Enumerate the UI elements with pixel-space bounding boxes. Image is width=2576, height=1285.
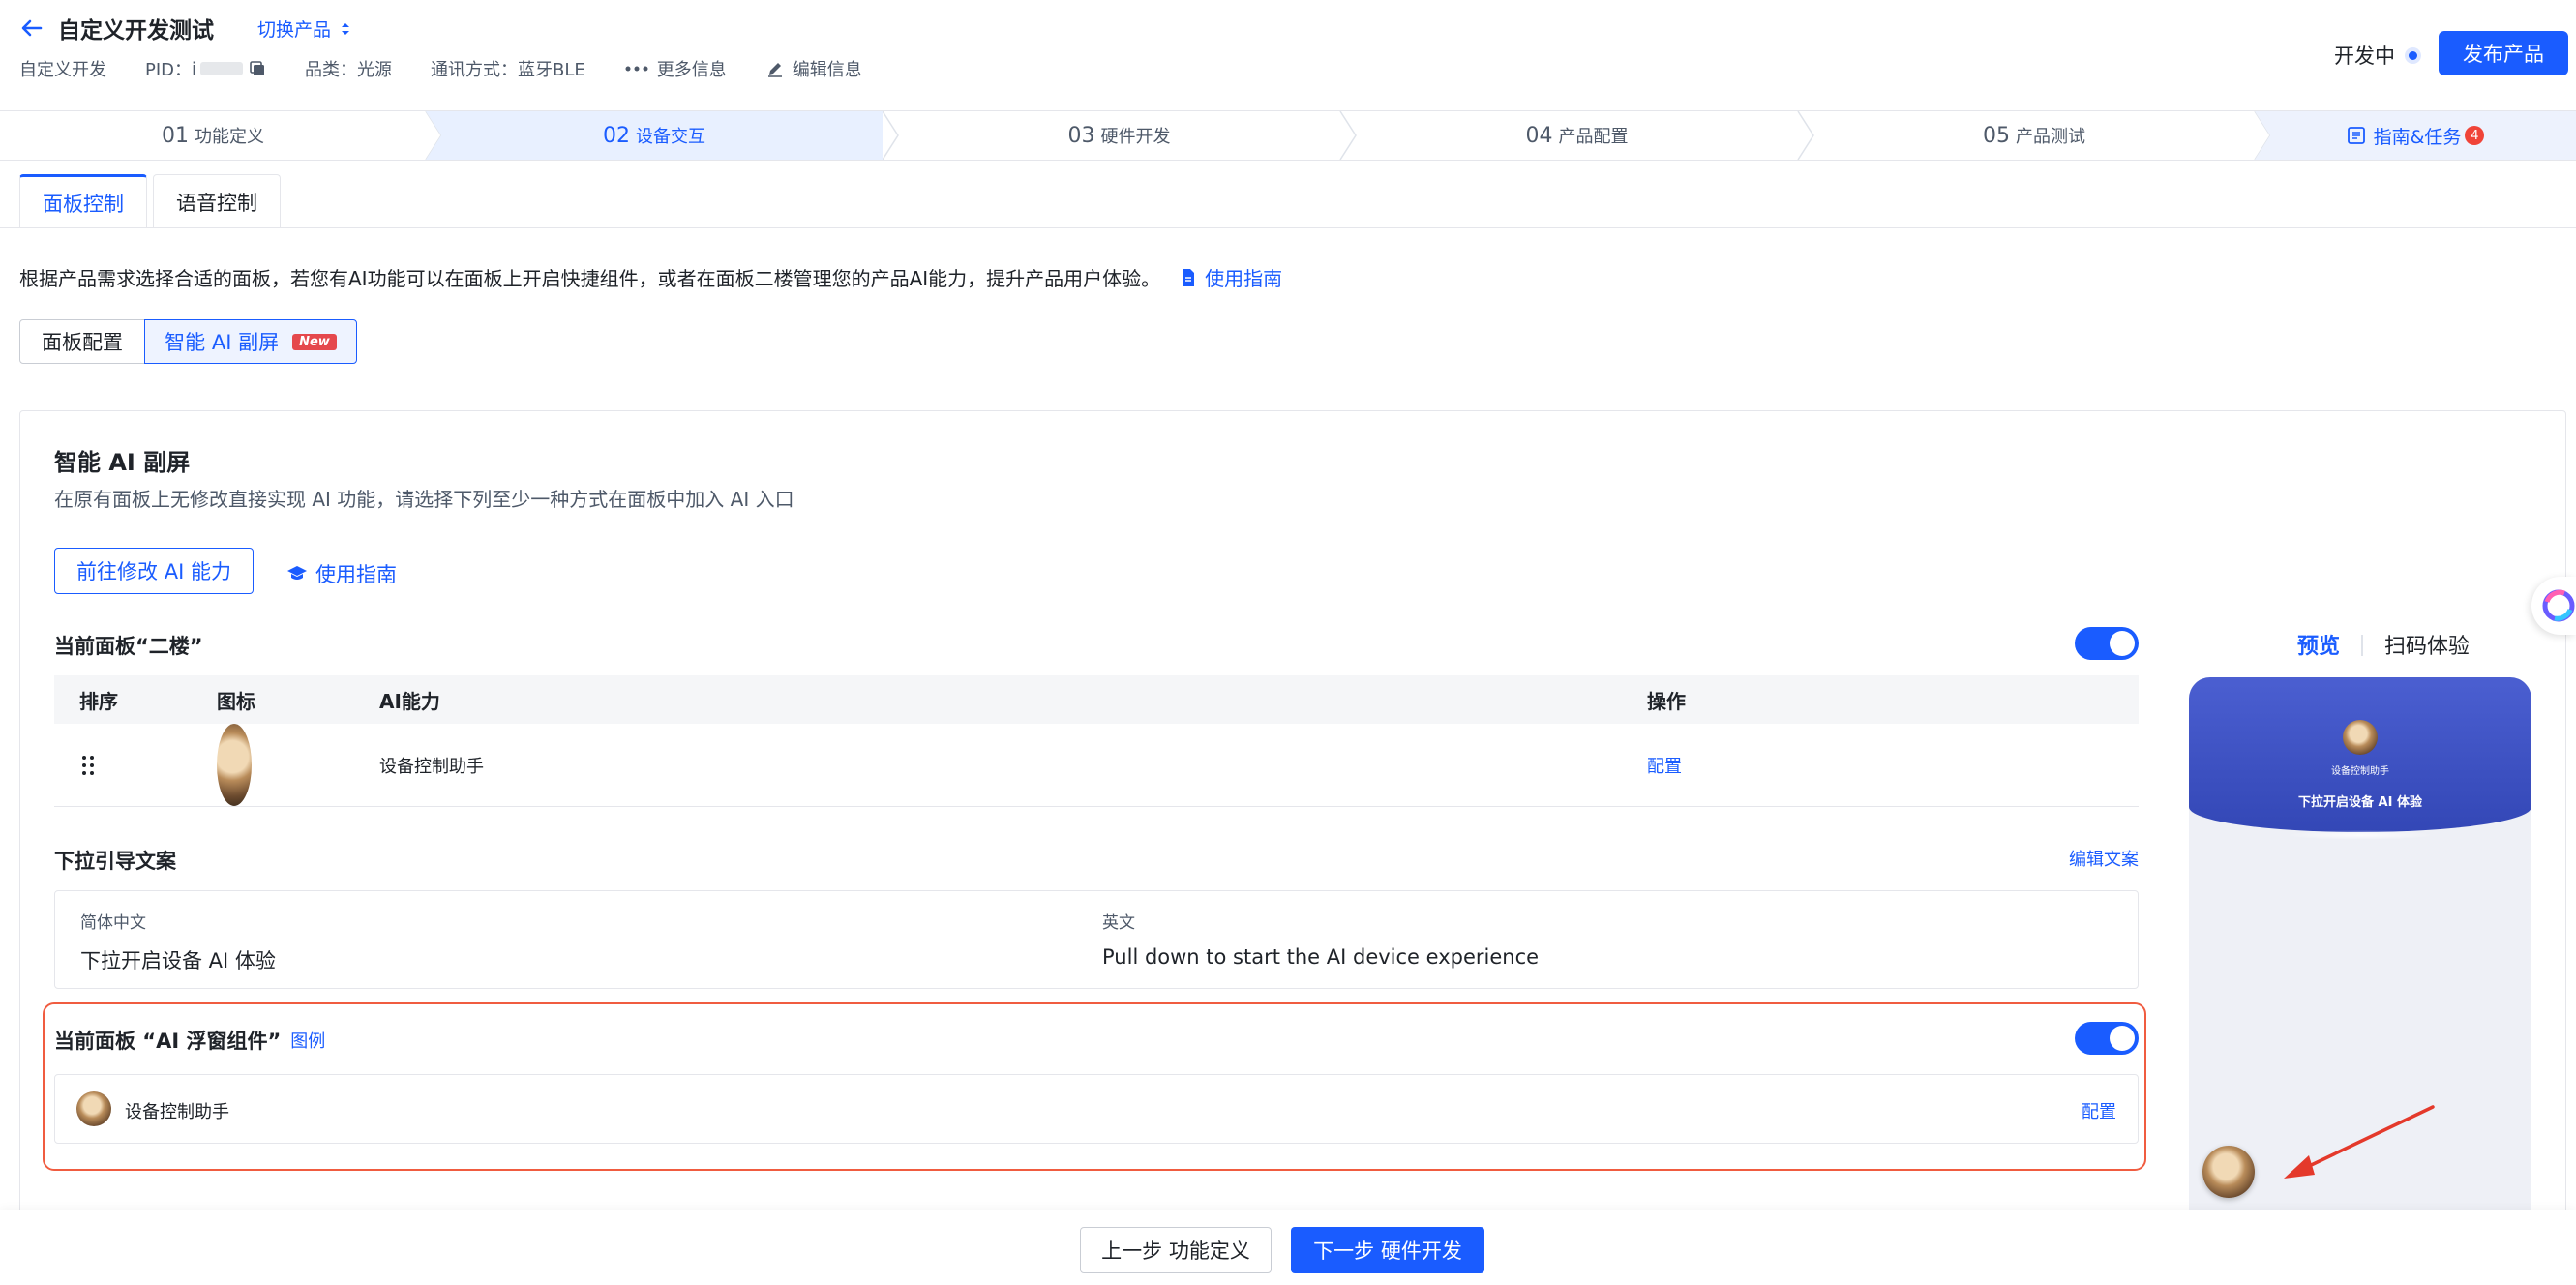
- floating-title: 当前面板 “AI 浮窗组件”: [54, 1030, 282, 1053]
- zh-value: 下拉开启设备 AI 体验: [80, 949, 276, 972]
- second-floor-title: 当前面板“二楼”: [54, 635, 203, 658]
- scan-tab[interactable]: 扫码体验: [2384, 629, 2470, 660]
- pulldown-title: 下拉引导文案: [54, 850, 176, 873]
- en-value: Pull down to start the AI device experie…: [1102, 945, 1540, 969]
- new-badge: New: [292, 333, 337, 350]
- pid-masked: [200, 62, 244, 75]
- phone-hint: 下拉开启设备 AI 体验: [2298, 795, 2422, 810]
- col-icon: 图标: [217, 689, 255, 713]
- usage-guide-link-2[interactable]: 使用指南: [286, 559, 397, 588]
- ai-table-header: 排序 图标 AI能力 操作: [54, 675, 2139, 724]
- step-02[interactable]: 02 设备交互: [426, 111, 883, 160]
- segment-ai-screen[interactable]: 智能 AI 副屏 New: [144, 319, 357, 364]
- card-subtitle: 在原有面板上无修改直接实现 AI 功能，请选择下列至少一种方式在面板中加入 AI…: [54, 488, 794, 511]
- more-dots-icon: [625, 66, 648, 72]
- task-count-badge: 4: [2465, 126, 2485, 145]
- pencil-icon: [767, 63, 782, 77]
- edit-copy-link[interactable]: 编辑文案: [2069, 846, 2139, 871]
- step-navigation: 01 功能定义 02 设备交互 03 硬件开发 04 产品配置 05 产品测试 指南&任务…: [0, 110, 2576, 161]
- document-icon: [1183, 268, 1195, 286]
- page-header: [0, 0, 2576, 108]
- status-dot: [2409, 50, 2417, 60]
- phone-ai-header: 设备控制助手 下拉开启设备 AI 体验: [2189, 677, 2531, 840]
- table-row: 设备控制助手 配置: [54, 724, 2139, 807]
- col-order: 排序: [79, 689, 118, 713]
- modify-ai-button[interactable]: 前往修改 AI 能力: [54, 548, 254, 594]
- en-label: 英文: [1102, 913, 1135, 933]
- edit-info-button[interactable]: 编辑信息: [765, 56, 862, 81]
- panel-description: 根据产品需求选择合适的面板，若您有AI功能可以在面板上开启快捷组件，或者在面板二…: [19, 263, 1282, 291]
- dev-type: 自定义开发: [19, 60, 106, 80]
- floating-avatar: [76, 1091, 111, 1126]
- drag-handle-icon[interactable]: [81, 724, 95, 806]
- sort-arrows-icon: [342, 22, 350, 35]
- tab-voice-control[interactable]: 语音控制: [153, 174, 281, 228]
- col-ability: AI能力: [379, 689, 440, 713]
- step-01[interactable]: 01 功能定义: [0, 111, 426, 160]
- tab-panel-control[interactable]: 面板控制: [19, 174, 147, 228]
- publish-product-button[interactable]: 发布产品: [2439, 31, 2568, 75]
- product-title: 自定义开发测试: [58, 18, 214, 44]
- pid-value: i: [192, 58, 197, 79]
- product-meta: 自定义开发 PID： i 品类：光源 通讯方式：蓝牙BLE 更多信息 编辑信息: [19, 56, 862, 81]
- switch-product-button[interactable]: 切换产品: [257, 15, 352, 42]
- assistant-avatar: [217, 724, 252, 806]
- copy-icon[interactable]: [249, 60, 266, 77]
- footer-bar: [0, 1210, 2576, 1285]
- dev-status: 开发中: [2334, 41, 2417, 70]
- tab-divider: [0, 227, 2576, 228]
- next-step-button[interactable]: 下一步 硬件开发: [1291, 1227, 1484, 1273]
- communication: 通讯方式：蓝牙BLE: [431, 60, 585, 80]
- ability-name: 设备控制助手: [379, 756, 484, 777]
- config-link[interactable]: 配置: [1647, 724, 1682, 806]
- more-info-button[interactable]: 更多信息: [624, 56, 727, 81]
- usage-guide-link[interactable]: 使用指南: [1180, 263, 1282, 291]
- floating-toggle[interactable]: [2075, 1022, 2139, 1055]
- card-title: 智能 AI 副屏: [54, 449, 191, 476]
- zh-label: 简体中文: [80, 913, 146, 933]
- guide-tasks-button[interactable]: 指南&任务 4: [2255, 111, 2576, 160]
- prev-step-button[interactable]: 上一步 功能定义: [1080, 1227, 1272, 1273]
- tab-separator: [2361, 635, 2363, 656]
- floating-ai-avatar: [2202, 1146, 2255, 1198]
- pid-info: PID： i: [145, 56, 266, 81]
- back-arrow-icon[interactable]: [17, 14, 46, 43]
- step-03[interactable]: 03 硬件开发: [898, 111, 1340, 160]
- preview-tab[interactable]: 预览: [2297, 629, 2340, 660]
- red-arrow-icon: [2284, 1105, 2435, 1179]
- phone-avatar: [2343, 720, 2378, 755]
- switch-product-label: 切换产品: [257, 19, 332, 41]
- floating-title-row: 当前面板 “AI 浮窗组件” 图例: [54, 1026, 325, 1055]
- phone-assistant-label: 设备控制助手: [2331, 766, 2389, 777]
- graduation-cap-icon: [287, 566, 307, 580]
- floating-item-name: 设备控制助手: [125, 1102, 229, 1122]
- step-04[interactable]: 04 产品配置: [1356, 111, 1798, 160]
- pulldown-text-box: 简体中文 下拉开启设备 AI 体验 英文 Pull down to start …: [54, 890, 2139, 989]
- col-action: 操作: [1647, 689, 1686, 713]
- floating-item: 设备控制助手 配置: [54, 1074, 2139, 1144]
- book-icon: [2347, 127, 2365, 144]
- second-floor-toggle[interactable]: [2075, 627, 2139, 660]
- segment-panel-config[interactable]: 面板配置: [19, 319, 145, 364]
- category: 品类：光源: [305, 60, 393, 80]
- example-link[interactable]: 图例: [290, 1028, 325, 1053]
- step-05[interactable]: 05 产品测试: [1813, 111, 2255, 160]
- ai-orb-icon: [2542, 589, 2575, 622]
- floating-config-link[interactable]: 配置: [2082, 1098, 2116, 1123]
